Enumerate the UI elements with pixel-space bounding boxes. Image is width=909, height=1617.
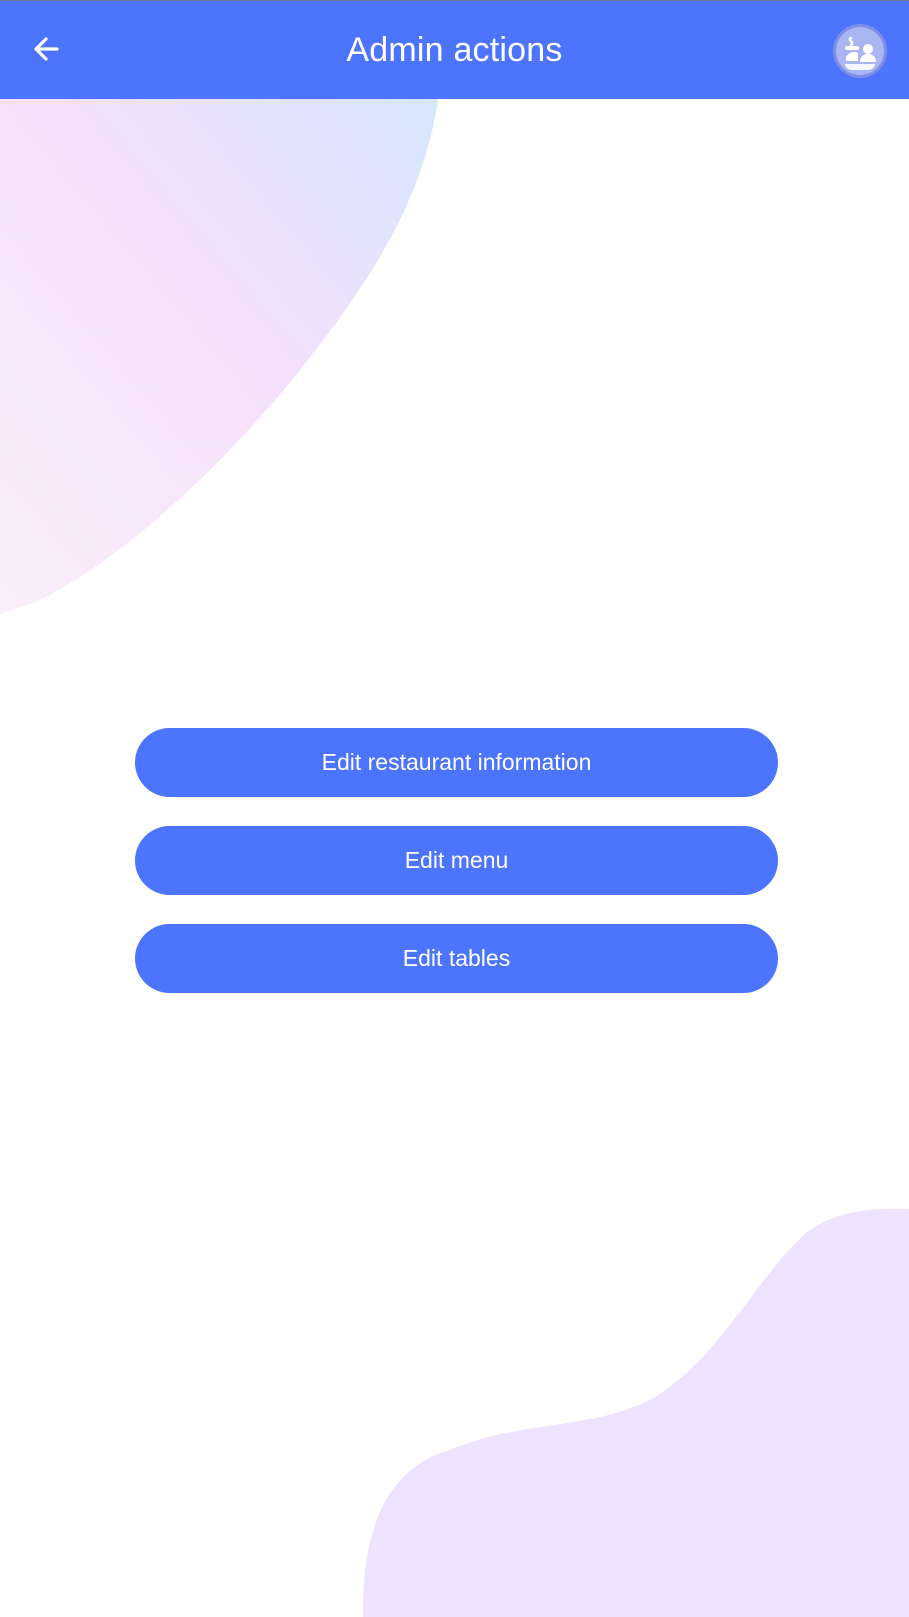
page-title: Admin actions bbox=[346, 31, 563, 69]
edit-menu-button[interactable]: Edit menu bbox=[135, 826, 778, 895]
restaurant-admin-avatar-icon bbox=[833, 24, 887, 78]
bottom-right-blob bbox=[362, 1208, 909, 1617]
avatar[interactable] bbox=[833, 24, 887, 78]
edit-tables-button[interactable]: Edit tables bbox=[135, 924, 778, 993]
admin-actions-list: Edit restaurant information Edit menu Ed… bbox=[135, 728, 778, 1022]
app-bar: Admin actions bbox=[0, 0, 909, 99]
top-left-blob bbox=[0, 99, 438, 614]
edit-restaurant-information-button[interactable]: Edit restaurant information bbox=[135, 728, 778, 797]
